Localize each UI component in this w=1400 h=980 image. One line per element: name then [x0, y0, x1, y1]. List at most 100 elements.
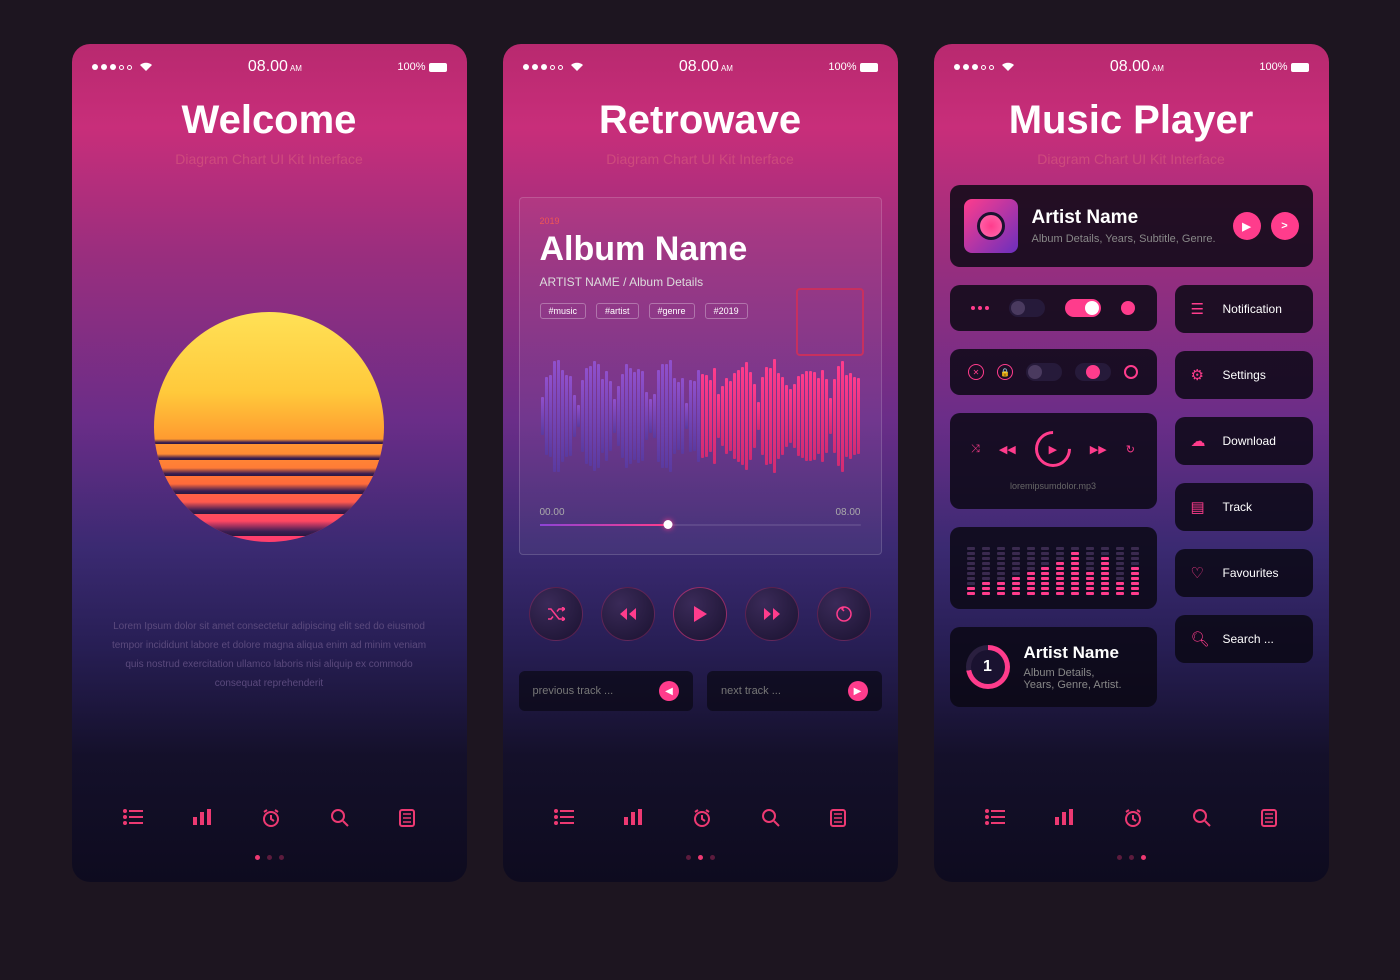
search-icon: 🔍︎ [1191, 630, 1209, 648]
rewind-icon[interactable]: ◀◀ [999, 443, 1016, 456]
list-icon[interactable] [985, 809, 1005, 827]
previous-track-label: previous track ... [533, 685, 614, 697]
tag[interactable]: #2019 [705, 303, 748, 319]
lock-icon[interactable]: 🔒 [997, 364, 1013, 380]
status-bar: 08.00AM 100% [519, 44, 882, 82]
search-icon[interactable] [331, 809, 349, 827]
notification-button[interactable]: ☰ Notification [1175, 285, 1313, 333]
clock: 08.00AM [248, 58, 302, 76]
track-button[interactable]: ▤ Track [1175, 483, 1313, 531]
heart-icon: ♡ [1191, 564, 1209, 582]
toggle-1[interactable] [1009, 299, 1045, 317]
shuffle-button[interactable] [529, 587, 583, 641]
wifi-icon [1001, 62, 1015, 72]
document-icon[interactable] [830, 809, 846, 827]
chart-icon[interactable] [1055, 809, 1073, 827]
wifi-icon [570, 62, 584, 72]
bottom-nav [72, 809, 467, 827]
album-art-placeholder[interactable] [796, 288, 864, 356]
battery-indicator: 100% [397, 61, 446, 73]
chart-icon[interactable] [193, 809, 211, 827]
repeat-button[interactable] [817, 587, 871, 641]
menu-label: Notification [1223, 302, 1282, 316]
list-icon[interactable] [554, 809, 574, 827]
progress-times: 00.00 08.00 [540, 507, 861, 518]
next-track-button[interactable]: next track ... ▶ [707, 671, 882, 711]
tag[interactable]: #artist [596, 303, 639, 319]
page-indicator [934, 855, 1329, 860]
repeat-icon[interactable]: ↻ [1126, 443, 1135, 456]
play-ring-button[interactable]: ▶ [1027, 424, 1078, 475]
status-bar: 08.00AM 100% [88, 44, 451, 82]
album-name: Album Name [540, 230, 861, 269]
album-card: 2019 Album Name ARTIST NAME / Album Deta… [519, 197, 882, 555]
signal-indicator [92, 62, 153, 72]
chart-icon[interactable] [624, 809, 642, 827]
mini-player: ⤨ ◀◀ ▶ ▶▶ ↻ loremipsumdolor.mp3 [950, 413, 1157, 509]
download-button[interactable]: ☁ Download [1175, 417, 1313, 465]
time-elapsed: 00.00 [540, 507, 565, 518]
track-nav: previous track ... ◀ next track ... ▶ [519, 671, 882, 711]
bottom-nav [503, 809, 898, 827]
artist-sub-2: Years, Genre, Artist. [1024, 679, 1122, 691]
search-icon[interactable] [1193, 809, 1211, 827]
forward-button[interactable] [745, 587, 799, 641]
battery-indicator: 100% [828, 61, 877, 73]
equalizer[interactable] [950, 527, 1157, 609]
battery-indicator: 100% [1259, 61, 1308, 73]
forward-icon[interactable]: ▶▶ [1090, 443, 1107, 456]
waveform[interactable] [540, 341, 861, 491]
list-icon[interactable] [123, 809, 143, 827]
search-button[interactable]: 🔍︎ Search ... [1175, 615, 1313, 663]
wifi-icon [139, 62, 153, 72]
document-icon[interactable] [399, 809, 415, 827]
shuffle-icon[interactable]: ⤨ [971, 443, 980, 456]
tag[interactable]: #music [540, 303, 587, 319]
toggle-2[interactable] [1065, 299, 1101, 317]
close-icon[interactable]: ✕ [968, 364, 984, 380]
page-subtitle: Diagram Chart UI Kit Interface [519, 151, 882, 167]
progress-knob[interactable] [663, 520, 672, 529]
alarm-icon[interactable] [1124, 809, 1142, 827]
filename: loremipsumdolor.mp3 [962, 481, 1145, 491]
more-icon[interactable] [971, 306, 989, 310]
next-mini-button[interactable]: > [1271, 212, 1299, 240]
menu-label: Download [1223, 434, 1276, 448]
time-total: 08.00 [835, 507, 860, 518]
alarm-icon[interactable] [693, 809, 711, 827]
welcome-screen: 08.00AM 100% Welcome Diagram Chart UI Ki… [72, 44, 467, 882]
bottom-nav [934, 809, 1329, 827]
ranked-artist-card[interactable]: 1 Artist Name Album Details, Years, Genr… [950, 627, 1157, 707]
toggle-3[interactable] [1026, 363, 1062, 381]
settings-button[interactable]: ⚙ Settings [1175, 351, 1313, 399]
play-button[interactable] [673, 587, 727, 641]
favourites-button[interactable]: ♡ Favourites [1175, 549, 1313, 597]
previous-track-button[interactable]: previous track ... ◀ [519, 671, 694, 711]
artist-details: Album Details, Years, Subtitle, Genre. [1032, 233, 1219, 245]
menu-label: Track [1223, 500, 1253, 514]
clock: 08.00AM [679, 58, 733, 76]
player-controls [519, 587, 882, 641]
signal-indicator [523, 62, 584, 72]
ring-icon [1124, 365, 1138, 379]
now-playing-card[interactable]: Artist Name Album Details, Years, Subtit… [950, 185, 1313, 267]
search-icon[interactable] [762, 809, 780, 827]
page-subtitle: Diagram Chart UI Kit Interface [950, 151, 1313, 167]
tag[interactable]: #genre [649, 303, 695, 319]
play-mini-button[interactable]: ▶ [1233, 212, 1261, 240]
signal-indicator [954, 62, 1015, 72]
progress-bar[interactable] [540, 524, 861, 526]
hero-sun-illustration [88, 277, 451, 577]
toggle-4[interactable] [1075, 363, 1111, 381]
document-icon[interactable] [1261, 809, 1277, 827]
artist-name: Artist Name [1032, 207, 1219, 229]
page-title: Retrowave [519, 98, 882, 143]
prev-icon: ◀ [659, 681, 679, 701]
artist-thumbnail [964, 199, 1018, 253]
rewind-button[interactable] [601, 587, 655, 641]
alarm-icon[interactable] [262, 809, 280, 827]
track-icon: ▤ [1191, 498, 1209, 516]
artist-name: Artist Name [1024, 643, 1122, 663]
cloud-download-icon: ☁ [1191, 432, 1209, 450]
page-title: Welcome [88, 98, 451, 143]
